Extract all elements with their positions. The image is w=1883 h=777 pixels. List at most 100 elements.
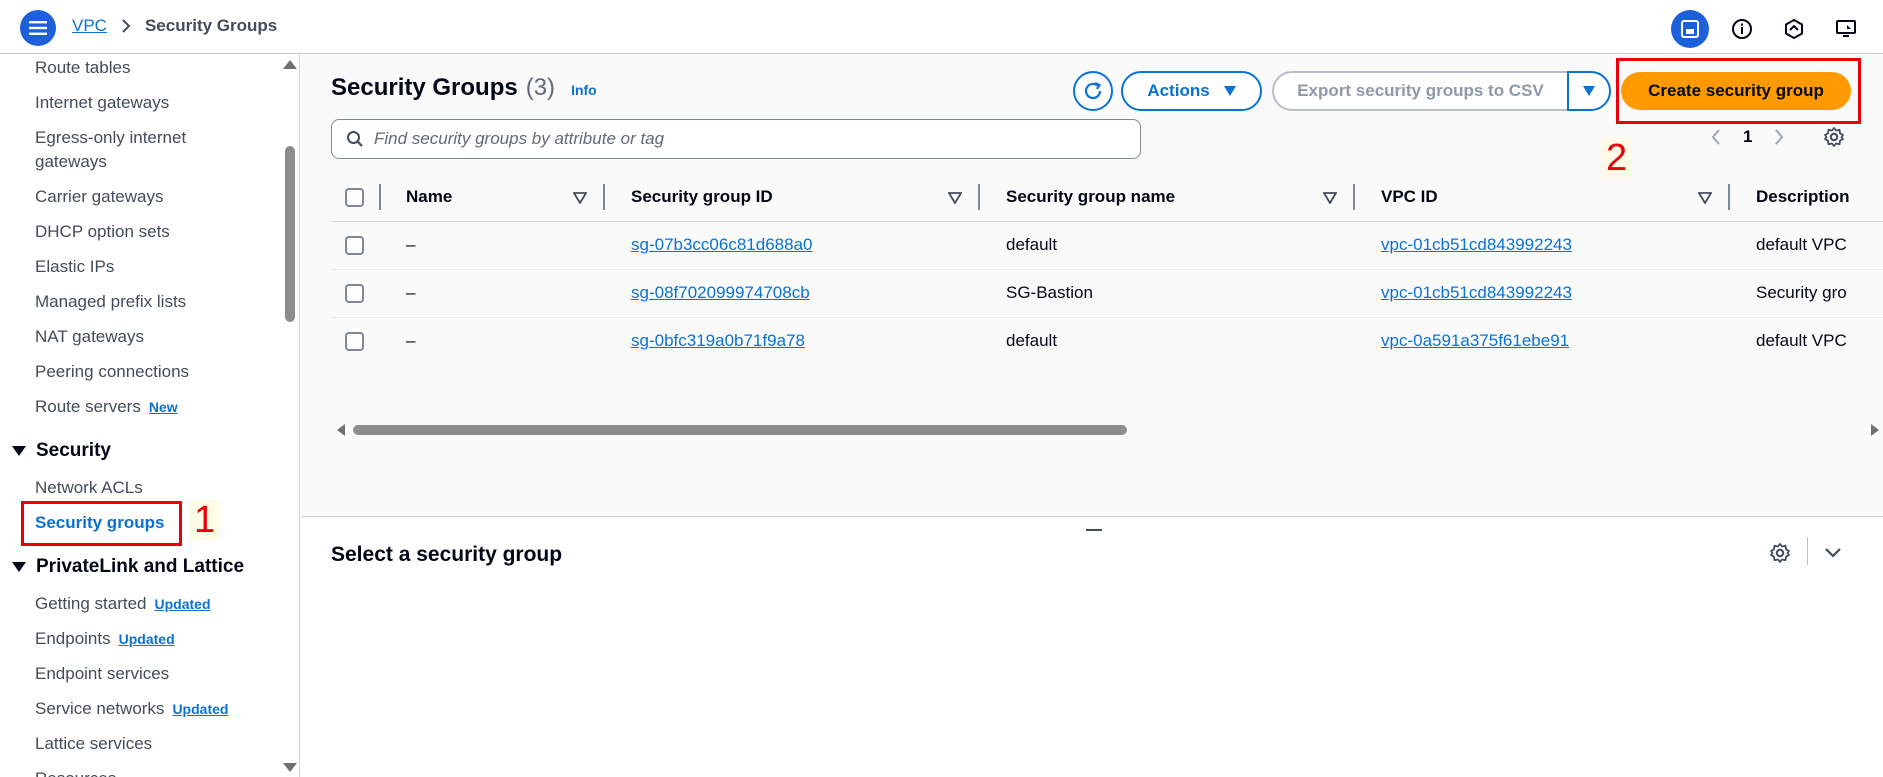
- actions-dropdown-button[interactable]: Actions: [1121, 71, 1262, 111]
- next-page-icon[interactable]: [1774, 129, 1784, 145]
- column-header-security-group-id[interactable]: Security group ID: [631, 187, 773, 207]
- updated-badge[interactable]: Updated: [119, 631, 175, 647]
- table-preferences-gear-icon[interactable]: [1823, 126, 1845, 148]
- scroll-up-arrow-icon[interactable]: [283, 60, 297, 69]
- table-row[interactable]: – sg-0bfc319a0b71f9a78 default vpc-0a591…: [331, 318, 1883, 366]
- sidebar-item-carrier-gateways[interactable]: Carrier gateways: [35, 185, 164, 209]
- sidebar-item-managed-prefix-lists[interactable]: Managed prefix lists: [35, 290, 186, 314]
- info-icon[interactable]: [1723, 10, 1761, 48]
- split-panel-resize-handle[interactable]: [1086, 529, 1102, 531]
- cell-description: default VPC: [1756, 235, 1847, 254]
- scroll-down-arrow-icon[interactable]: [283, 763, 297, 772]
- hexagon-icon[interactable]: [1775, 10, 1813, 48]
- column-divider[interactable]: [1728, 184, 1730, 210]
- sidebar-item-elastic-ips[interactable]: Elastic IPs: [35, 255, 114, 279]
- split-panel-title: Select a security group: [331, 543, 563, 566]
- table-row[interactable]: – sg-07b3cc06c81d688a0 default vpc-01cb5…: [331, 222, 1883, 270]
- row-checkbox[interactable]: [345, 236, 364, 255]
- sort-icon[interactable]: [1323, 192, 1337, 204]
- sidebar-item-network-acls[interactable]: Network ACLs: [35, 476, 143, 500]
- column-divider[interactable]: [603, 184, 605, 210]
- sidebar-item-endpoints[interactable]: Endpoints Updated: [35, 627, 175, 651]
- cell-description: default VPC: [1756, 331, 1847, 350]
- breadcrumb-vpc-link[interactable]: VPC: [72, 16, 107, 36]
- table-header: Name Security group ID Security group na…: [331, 174, 1883, 222]
- column-header-description[interactable]: Description: [1756, 187, 1850, 207]
- sort-icon[interactable]: [1698, 192, 1712, 204]
- sidebar-item-peering-connections[interactable]: Peering connections: [35, 360, 189, 384]
- table-horizontal-scrollbar-thumb[interactable]: [353, 425, 1127, 435]
- sidebar-item-dhcp-option-sets[interactable]: DHCP option sets: [35, 220, 170, 244]
- cell-name: –: [406, 331, 416, 350]
- cell-security-group-name: default: [1006, 235, 1058, 254]
- scroll-left-arrow-icon[interactable]: [337, 424, 345, 436]
- menu-toggle-button[interactable]: [20, 10, 56, 46]
- cell-vpc-id-link[interactable]: vpc-01cb51cd843992243: [1381, 283, 1572, 303]
- previous-page-icon[interactable]: [1711, 129, 1721, 145]
- sidebar-item-resources[interactable]: Resources: [35, 767, 116, 777]
- cell-security-group-name: default: [1006, 331, 1058, 350]
- breadcrumb-current: Security Groups: [144, 16, 278, 35]
- caret-down-icon: [1223, 86, 1236, 96]
- caret-down-icon: [1583, 86, 1595, 96]
- column-divider[interactable]: [379, 184, 381, 210]
- sidebar-item-getting-started[interactable]: Getting started Updated: [35, 592, 211, 616]
- row-checkbox[interactable]: [345, 284, 364, 303]
- split-panel-preferences-gear-icon[interactable]: [1769, 542, 1791, 564]
- table-row[interactable]: – sg-08f702099974708cb SG-Bastion vpc-01…: [331, 270, 1883, 318]
- export-csv-button[interactable]: Export security groups to CSV: [1272, 71, 1567, 111]
- sidebar-item-route-servers[interactable]: Route servers New: [35, 395, 178, 419]
- sort-icon[interactable]: [948, 192, 962, 204]
- sidebar-item-route-tables[interactable]: Route tables: [35, 56, 130, 80]
- refresh-button[interactable]: [1073, 71, 1113, 111]
- annotation-highlight-security-groups: [21, 501, 182, 546]
- layout-panel-icon[interactable]: [1671, 10, 1709, 48]
- sidebar-navigation: Route tables Internet gateways Egress-on…: [0, 54, 300, 777]
- hamburger-icon: [29, 21, 47, 35]
- cell-security-group-id-link[interactable]: sg-08f702099974708cb: [631, 283, 810, 303]
- cell-security-group-id-link[interactable]: sg-07b3cc06c81d688a0: [631, 235, 812, 255]
- cell-security-group-id-link[interactable]: sg-0bfc319a0b71f9a78: [631, 331, 805, 351]
- chevron-right-icon: [121, 19, 131, 33]
- column-header-vpc-id[interactable]: VPC ID: [1381, 187, 1438, 207]
- search-input[interactable]: [374, 129, 1114, 149]
- current-page-number[interactable]: 1: [1743, 127, 1752, 147]
- updated-badge[interactable]: Updated: [155, 596, 211, 612]
- new-badge[interactable]: New: [149, 399, 178, 415]
- column-header-name[interactable]: Name: [406, 187, 452, 207]
- caret-down-icon: [12, 446, 26, 456]
- row-checkbox[interactable]: [345, 332, 364, 351]
- updated-badge[interactable]: Updated: [172, 701, 228, 717]
- pagination: 1: [1711, 127, 1784, 147]
- column-header-security-group-name[interactable]: Security group name: [1006, 187, 1175, 207]
- cell-name: –: [406, 283, 416, 302]
- main-content: Security Groups (3) Info Actions Export …: [301, 54, 1883, 777]
- sidebar-item-egress-only-internet-gateways[interactable]: Egress-only internet gateways: [35, 126, 186, 174]
- scroll-right-arrow-icon[interactable]: [1871, 424, 1879, 436]
- sidebar-item-service-networks[interactable]: Service networks Updated: [35, 697, 228, 721]
- collapse-chevron-down-icon[interactable]: [1823, 543, 1843, 563]
- top-bar-tools: [1671, 10, 1865, 48]
- sidebar-item-lattice-services[interactable]: Lattice services: [35, 732, 152, 756]
- info-link[interactable]: Info: [571, 82, 597, 98]
- sort-icon[interactable]: [573, 192, 587, 204]
- column-divider[interactable]: [1353, 184, 1355, 210]
- cell-vpc-id-link[interactable]: vpc-01cb51cd843992243: [1381, 235, 1572, 255]
- export-options-dropdown-button[interactable]: [1567, 71, 1611, 111]
- annotation-step-1: 1: [190, 500, 220, 540]
- sidebar-item-internet-gateways[interactable]: Internet gateways: [35, 91, 169, 115]
- column-divider[interactable]: [978, 184, 980, 210]
- sidebar-scrollbar-thumb[interactable]: [285, 146, 295, 322]
- sidebar-item-endpoint-services[interactable]: Endpoint services: [35, 662, 169, 686]
- remote-desktop-icon[interactable]: [1827, 10, 1865, 48]
- cell-vpc-id-link[interactable]: vpc-0a591a375f61ebe91: [1381, 331, 1569, 351]
- sidebar-item-nat-gateways[interactable]: NAT gateways: [35, 325, 144, 349]
- annotation-step-2: 2: [1602, 138, 1632, 178]
- sidebar-section-security[interactable]: Security: [12, 440, 111, 462]
- sidebar-section-privatelink-and-lattice[interactable]: PrivateLink and Lattice: [12, 556, 244, 578]
- search-icon: [347, 131, 363, 147]
- search-field[interactable]: [331, 119, 1141, 159]
- select-all-checkbox[interactable]: [345, 188, 364, 207]
- divider: [1807, 537, 1808, 565]
- details-split-panel: Select a security group: [301, 516, 1883, 777]
